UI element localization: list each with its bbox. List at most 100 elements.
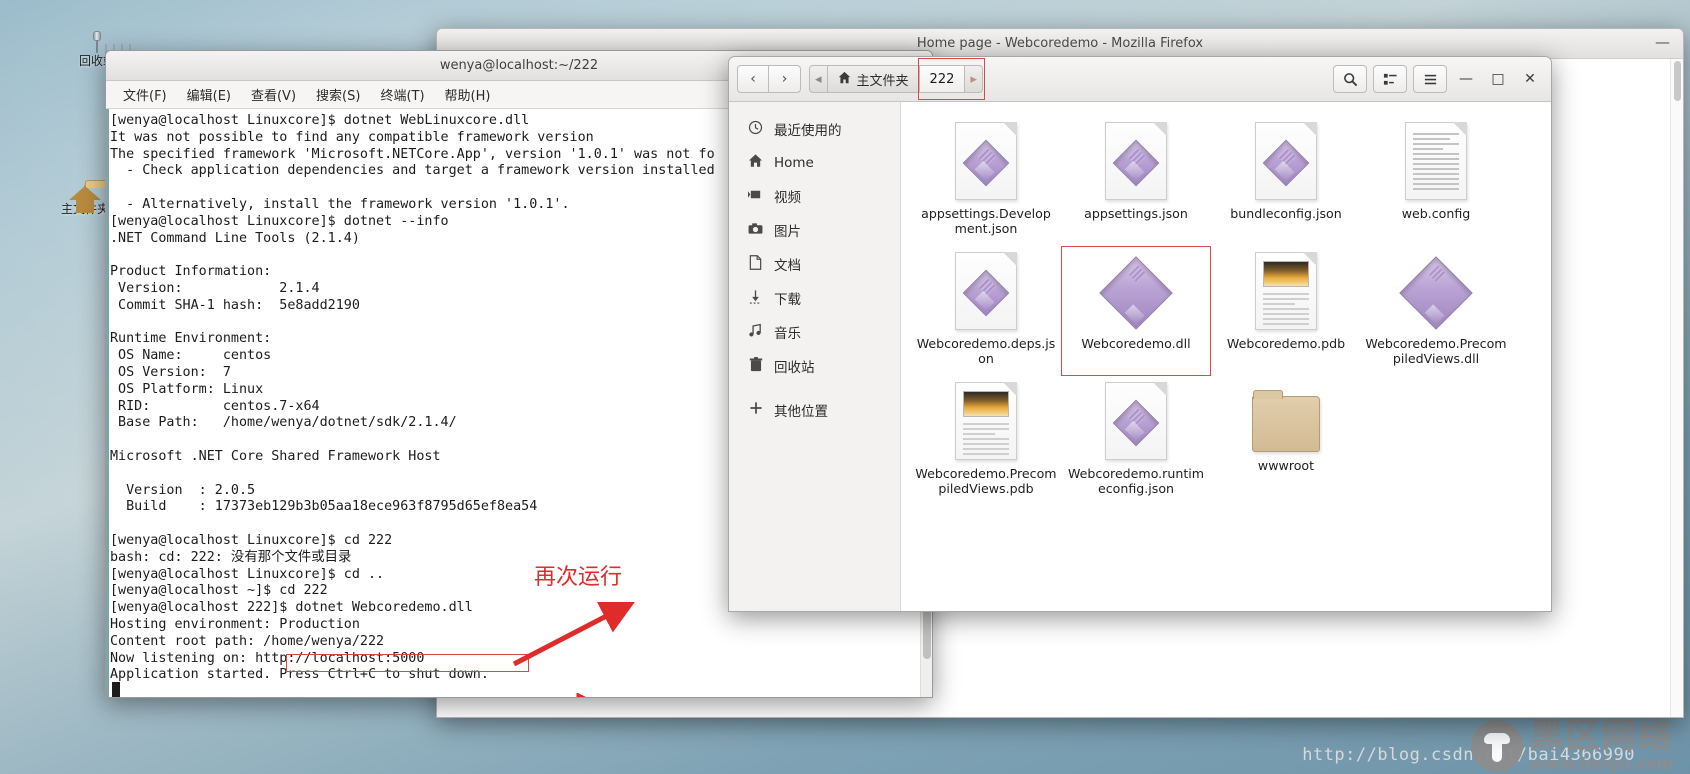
plus-icon xyxy=(747,401,764,419)
pdb-file-icon xyxy=(1255,252,1317,330)
navigation-buttons[interactable]: ‹ › xyxy=(737,65,801,93)
sidebar-label: 音乐 xyxy=(774,326,801,342)
json-file-icon xyxy=(955,252,1017,330)
watermark-brand-cn: 黑区网络 xyxy=(1530,716,1674,756)
breadcrumb-scroll-right[interactable]: ▸ xyxy=(965,65,983,93)
file-item[interactable]: appsettings.json xyxy=(1061,116,1211,246)
terminal-window-title: wenya@localhost:~/222 xyxy=(439,58,599,73)
sidebar-item-videos[interactable]: 视频 xyxy=(729,179,900,213)
file-name: appsettings.Development.json xyxy=(921,206,1051,237)
menu-file[interactable]: 文件(F) xyxy=(116,82,174,107)
annotation-label-run-success: 项目运行成功 xyxy=(536,694,668,697)
trash-icon xyxy=(747,356,764,376)
sidebar-label: Home xyxy=(774,154,814,171)
sidebar-item-music[interactable]: 音乐 xyxy=(729,315,900,349)
dll-file-icon xyxy=(1099,252,1173,330)
music-icon xyxy=(747,323,764,342)
menu-view[interactable]: 查看(V) xyxy=(244,82,303,107)
clock-icon xyxy=(747,120,764,139)
file-name: Webcoredemo.pdb xyxy=(1226,336,1346,351)
breadcrumb-scroll-left[interactable]: ◂ xyxy=(809,65,828,93)
file-name: web.config xyxy=(1401,206,1471,221)
back-button[interactable]: ‹ xyxy=(737,65,769,93)
headerbar-right-buttons[interactable]: — □ ✕ xyxy=(1333,65,1543,93)
breadcrumb-item-current[interactable]: 222 xyxy=(919,65,966,93)
sidebar-item-trash[interactable]: 回收站 xyxy=(729,349,900,383)
sidebar[interactable]: 最近使用的 Home 视频 图片 文档 下载 音乐 回收站 其他位置 xyxy=(729,102,901,611)
file-name: Webcoredemo.PrecompiledViews.pdb xyxy=(915,466,1057,497)
sidebar-label: 其他位置 xyxy=(774,404,828,420)
minimize-button[interactable]: — xyxy=(1453,66,1479,92)
desktop: 回收站 主文件夹 Home page - Webcoredemo - Mozil… xyxy=(0,0,1690,774)
dll-file-icon xyxy=(1399,252,1473,330)
annotation-arrow-run-again xyxy=(512,602,636,667)
breadcrumb-home-label: 主文件夹 xyxy=(856,73,909,89)
file-name: bundleconfig.json xyxy=(1230,206,1342,221)
file-item[interactable]: Webcoredemo.pdb xyxy=(1211,246,1361,376)
file-item[interactable]: Webcoredemo.deps.json xyxy=(911,246,1061,376)
menu-search[interactable]: 搜索(S) xyxy=(309,82,367,107)
file-item-selected[interactable]: Webcoredemo.dll xyxy=(1061,246,1211,376)
download-icon xyxy=(747,289,764,308)
file-manager-body: 最近使用的 Home 视频 图片 文档 下载 音乐 回收站 其他位置 appse… xyxy=(729,102,1551,611)
file-grid[interactable]: appsettings.Development.json appsettings… xyxy=(901,102,1551,611)
sidebar-separator xyxy=(729,383,900,393)
camera-icon xyxy=(747,222,764,239)
json-file-icon xyxy=(1105,122,1167,200)
scrollbar-thumb[interactable] xyxy=(1674,61,1681,101)
sidebar-label: 文档 xyxy=(774,258,801,274)
menu-terminal[interactable]: 终端(T) xyxy=(373,82,431,107)
file-item[interactable]: Webcoredemo.runtimeconfig.json xyxy=(1061,376,1211,506)
file-item[interactable]: Webcoredemo.PrecompiledViews.dll xyxy=(1361,246,1511,376)
file-item[interactable]: bundleconfig.json xyxy=(1211,116,1361,246)
menu-help[interactable]: 帮助(H) xyxy=(438,82,498,107)
firefox-window-title: Home page - Webcoredemo - Mozilla Firefo… xyxy=(916,36,1204,51)
file-item[interactable]: Webcoredemo.PrecompiledViews.pdb xyxy=(911,376,1061,506)
file-name: appsettings.json xyxy=(1084,206,1188,221)
hamburger-icon[interactable] xyxy=(1413,65,1447,93)
breadcrumb-item-home[interactable]: 主文件夹 xyxy=(827,65,920,93)
annotation-box-command xyxy=(286,654,529,672)
video-icon xyxy=(747,188,764,205)
json-file-icon xyxy=(1105,382,1167,460)
annotation-label-run-again: 再次运行 xyxy=(534,565,623,590)
sidebar-label: 视频 xyxy=(774,190,801,206)
sidebar-label: 图片 xyxy=(774,224,801,240)
sidebar-label: 下载 xyxy=(774,292,801,308)
file-item[interactable]: wwwroot xyxy=(1211,376,1361,506)
firefox-scrollbar[interactable] xyxy=(1670,59,1683,717)
firefox-minimize-button[interactable]: — xyxy=(1655,35,1670,51)
text-file-icon xyxy=(1405,122,1467,200)
json-file-icon xyxy=(955,122,1017,200)
search-icon[interactable] xyxy=(1333,65,1367,93)
sidebar-item-downloads[interactable]: 下载 xyxy=(729,281,900,315)
maximize-button[interactable]: □ xyxy=(1485,66,1511,92)
folder-icon xyxy=(1252,390,1320,452)
file-name: Webcoredemo.dll xyxy=(1081,336,1191,351)
file-name: Webcoredemo.runtimeconfig.json xyxy=(1067,466,1205,497)
file-item[interactable]: web.config xyxy=(1361,116,1511,246)
sidebar-item-recent[interactable]: 最近使用的 xyxy=(729,112,900,146)
close-button[interactable]: ✕ xyxy=(1517,66,1543,92)
pdb-file-icon xyxy=(955,382,1017,460)
file-manager-window[interactable]: ‹ › ◂ 主文件夹 222 ▸ — □ ✕ 最近使用的 Home 视频 图片 … xyxy=(728,56,1552,612)
sidebar-item-home[interactable]: Home xyxy=(729,146,900,179)
watermark-brand-en: www.heiqu.com xyxy=(1530,754,1674,773)
sidebar-item-other-locations[interactable]: 其他位置 xyxy=(729,393,900,427)
menu-edit[interactable]: 编辑(E) xyxy=(180,82,238,107)
sidebar-item-pictures[interactable]: 图片 xyxy=(729,213,900,247)
sidebar-label: 回收站 xyxy=(774,360,815,376)
home-icon xyxy=(838,71,851,88)
file-item[interactable]: appsettings.Development.json xyxy=(911,116,1061,246)
terminal-cursor xyxy=(112,682,120,697)
document-icon xyxy=(747,254,764,274)
file-manager-headerbar[interactable]: ‹ › ◂ 主文件夹 222 ▸ — □ ✕ xyxy=(729,57,1551,102)
file-name: Webcoredemo.PrecompiledViews.dll xyxy=(1365,336,1507,367)
sidebar-label: 最近使用的 xyxy=(774,123,842,139)
sidebar-item-documents[interactable]: 文档 xyxy=(729,247,900,281)
breadcrumb[interactable]: ◂ 主文件夹 222 ▸ xyxy=(809,58,986,100)
home-icon xyxy=(747,153,764,172)
view-list-icon[interactable] xyxy=(1373,65,1407,93)
forward-button[interactable]: › xyxy=(769,65,801,93)
file-name: wwwroot xyxy=(1257,458,1315,473)
